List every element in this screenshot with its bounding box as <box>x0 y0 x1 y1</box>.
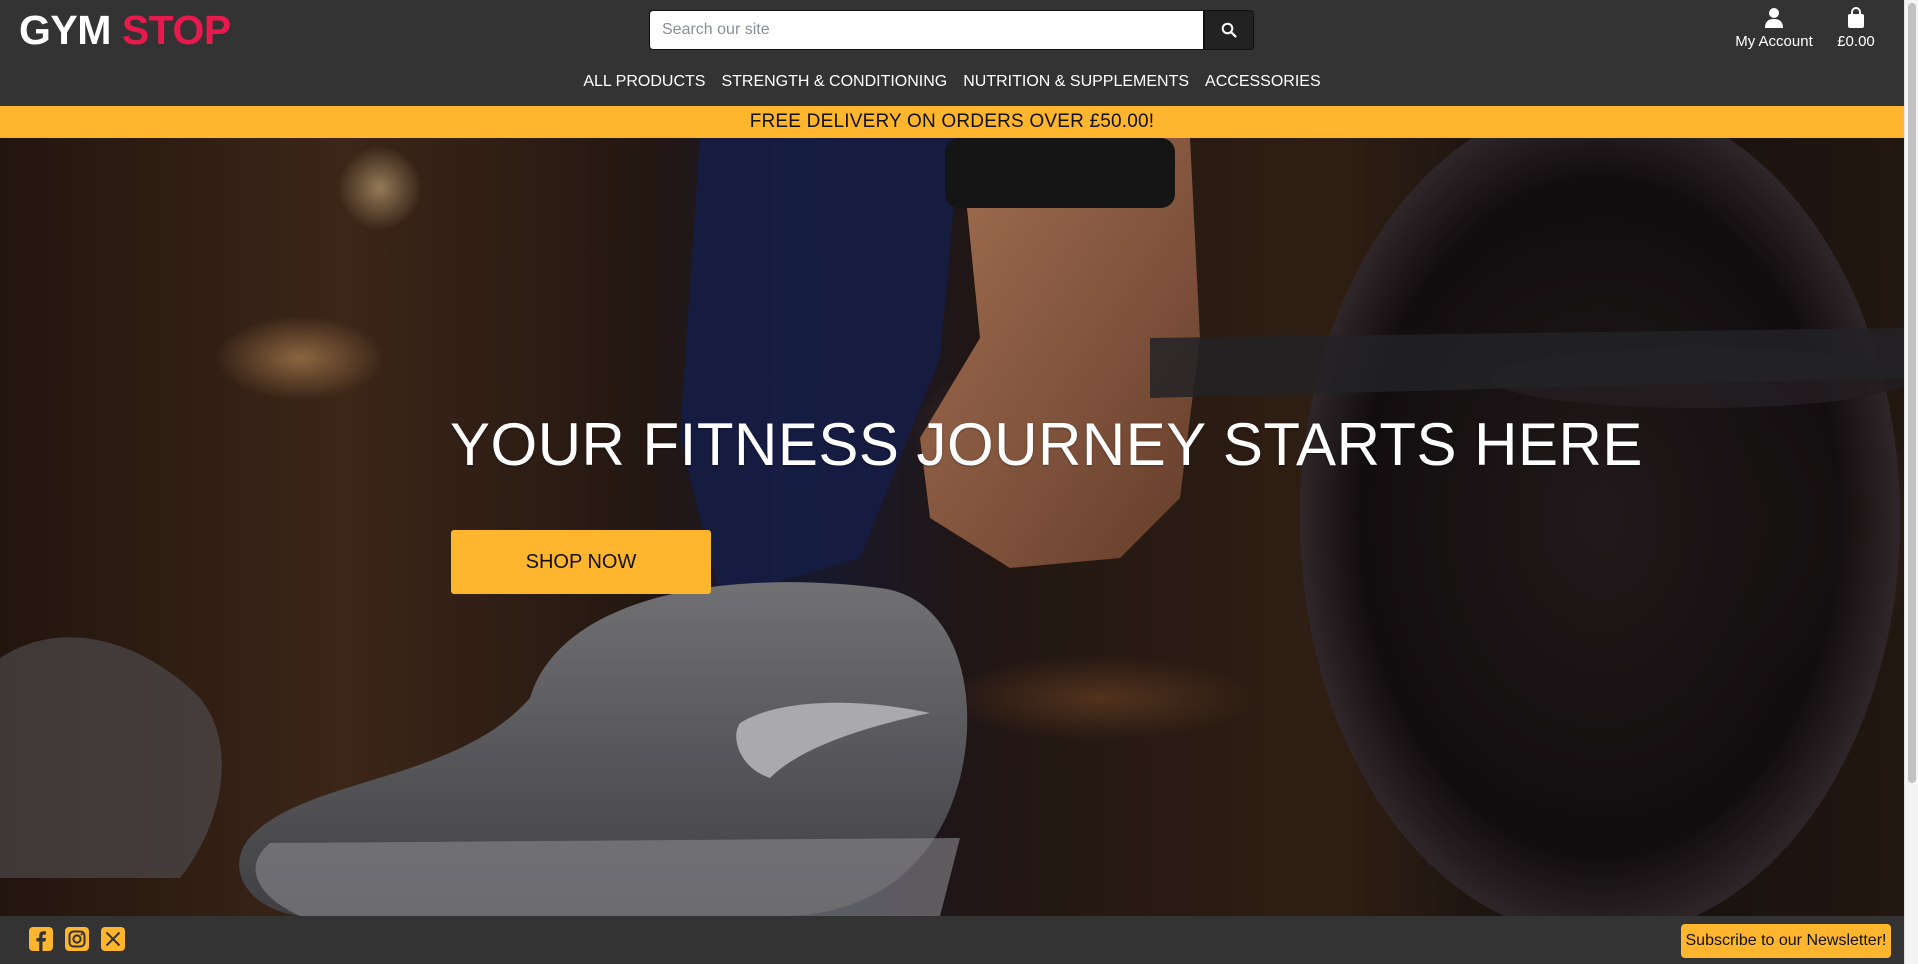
search-icon <box>1221 22 1237 38</box>
logo-word-stop: STOP <box>121 7 231 53</box>
nav-nutrition-supplements[interactable]: NUTRITION & SUPPLEMENTS <box>963 70 1189 94</box>
instagram-icon <box>65 927 89 951</box>
nav-accessories[interactable]: ACCESSORIES <box>1205 70 1321 94</box>
shopping-bag-link[interactable]: £0.00 <box>1828 6 1884 54</box>
logo-word-gym: GYM <box>19 7 111 53</box>
facebook-link[interactable] <box>28 926 54 952</box>
x-twitter-link[interactable] <box>100 926 126 952</box>
hero-section: YOUR FITNESS JOURNEY STARTS HERE SHOP NO… <box>0 138 1904 916</box>
hero-title: YOUR FITNESS JOURNEY STARTS HERE <box>450 411 1643 478</box>
delivery-banner-text: FREE DELIVERY ON ORDERS OVER £50.00! <box>749 111 1155 132</box>
search-bar <box>649 10 1254 50</box>
shopping-bag-icon <box>1848 7 1864 28</box>
x-twitter-icon <box>101 927 125 951</box>
search-button[interactable] <box>1204 10 1254 50</box>
page-scrollbar[interactable] <box>1904 0 1918 964</box>
nav-all-products[interactable]: ALL PRODUCTS <box>583 70 705 94</box>
my-account-label: My Account <box>1735 33 1813 50</box>
bag-total: £0.00 <box>1837 33 1875 50</box>
user-icon <box>1765 8 1783 28</box>
my-account-link[interactable]: My Account <box>1722 6 1826 54</box>
hero-background-image <box>0 138 1904 916</box>
instagram-link[interactable] <box>64 926 90 952</box>
search-input[interactable] <box>649 10 1204 50</box>
main-nav: ALL PRODUCTS STRENGTH & CONDITIONING NUT… <box>0 70 1904 94</box>
social-links <box>28 926 126 952</box>
delivery-banner: FREE DELIVERY ON ORDERS OVER £50.00! <box>0 106 1904 138</box>
facebook-icon <box>29 927 53 951</box>
shop-now-button[interactable]: SHOP NOW <box>451 530 711 594</box>
site-logo[interactable]: GYM STOP <box>19 7 231 53</box>
newsletter-subscribe-button[interactable]: Subscribe to our Newsletter! <box>1681 924 1891 958</box>
site-footer: Subscribe to our Newsletter! <box>0 916 1904 964</box>
site-header: GYM STOP My Account £0.00 <box>0 0 1904 106</box>
nav-strength-conditioning[interactable]: STRENGTH & CONDITIONING <box>721 70 947 94</box>
scrollbar-thumb[interactable] <box>1908 3 1916 783</box>
